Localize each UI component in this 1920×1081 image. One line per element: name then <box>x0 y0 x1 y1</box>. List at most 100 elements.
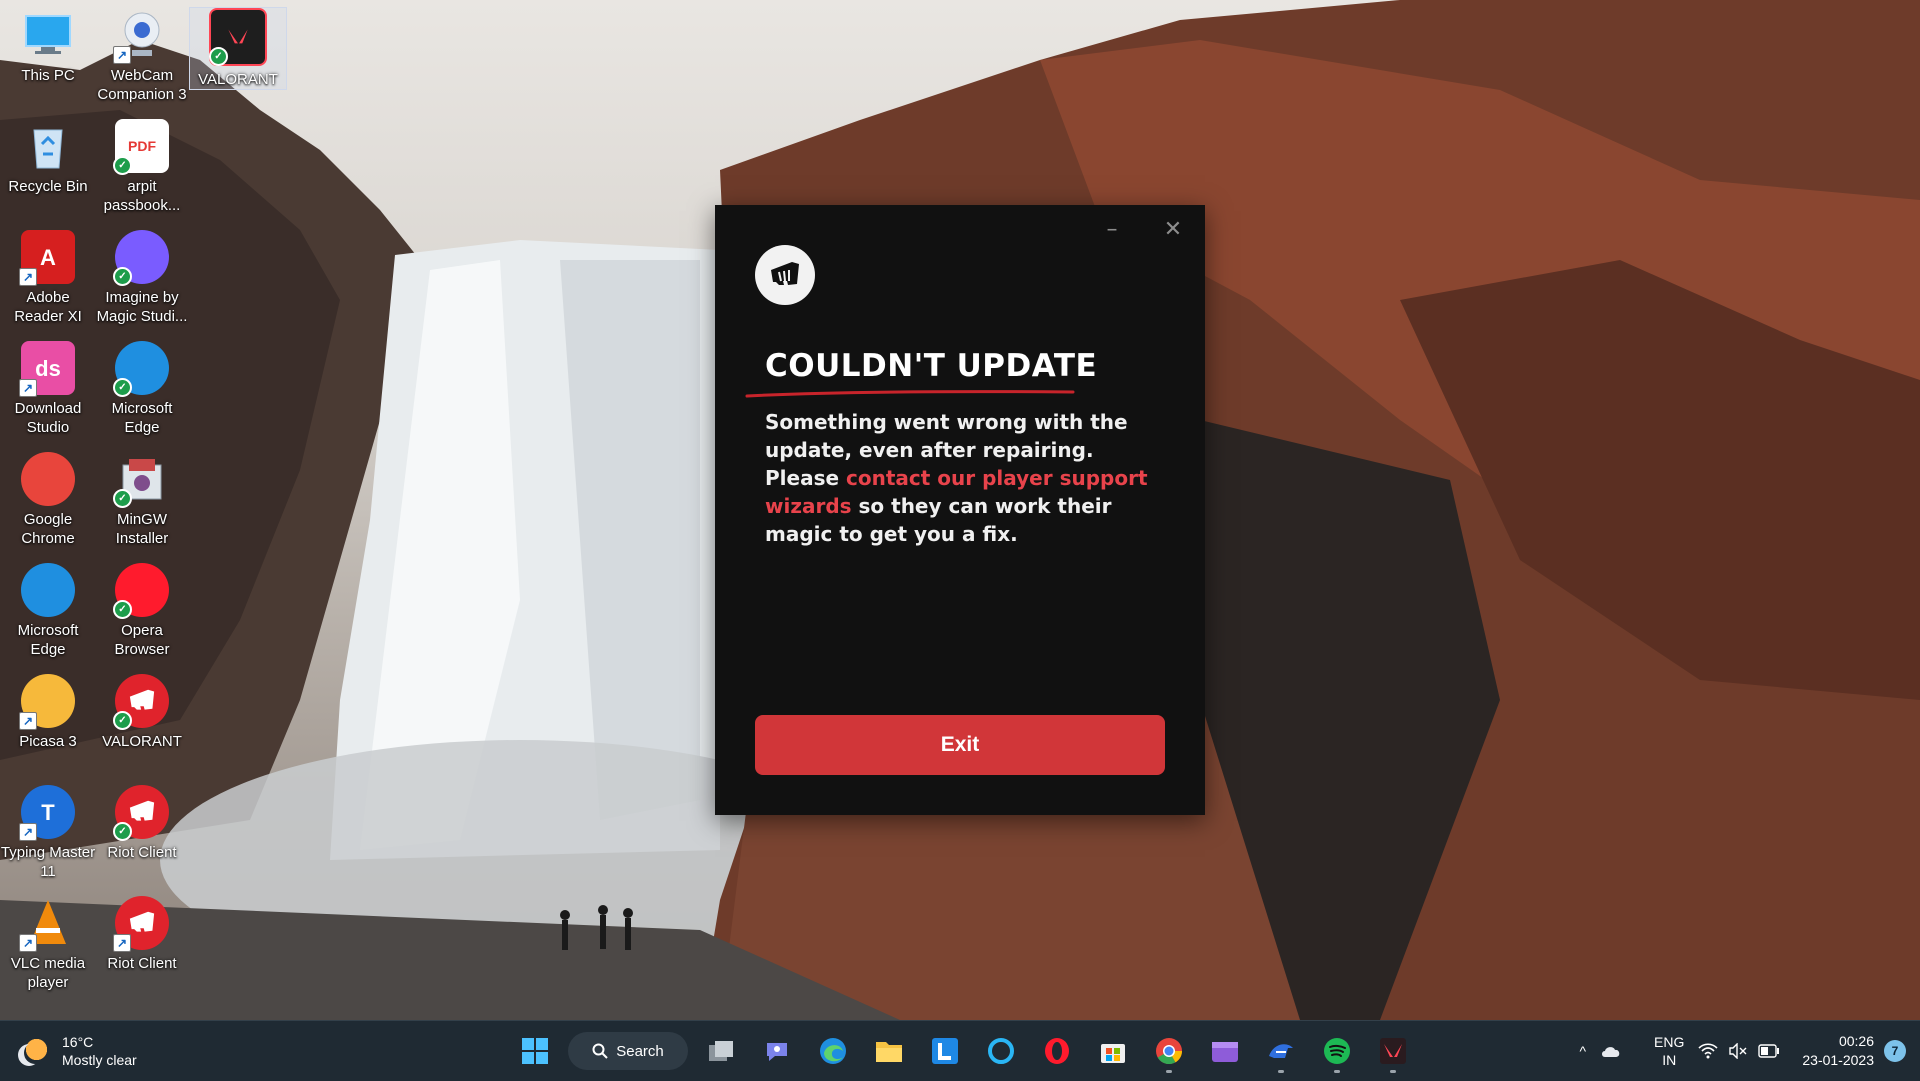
riot-fist-icon: ↗ <box>113 896 169 952</box>
dialog-message: Something went wrong with the update, ev… <box>765 408 1155 548</box>
valorant-icon[interactable] <box>1370 1028 1416 1074</box>
weather-moon-cloud-icon <box>20 1036 50 1066</box>
desktop-icon-label: Download Studio <box>14 400 82 436</box>
shortcut-arrow-icon: ↗ <box>19 268 37 286</box>
speaker-muted-icon[interactable] <box>1728 1043 1748 1059</box>
riot-fist-icon <box>755 245 815 305</box>
shortcut-arrow-icon: ↗ <box>19 823 37 841</box>
download-studio-icon: ds ↗ <box>19 341 75 397</box>
windows-start-icon[interactable] <box>512 1028 558 1074</box>
desktop-icon-riot-client[interactable]: ✓ Riot Client <box>94 785 190 862</box>
shortcut-arrow-icon: ↗ <box>113 934 131 952</box>
minimize-button[interactable]: – <box>1098 217 1126 243</box>
desktop-icon-label: Typing Master 11 <box>0 844 96 880</box>
desktop-icon-download-studio[interactable]: ds ↗ Download Studio <box>0 341 96 437</box>
desktop-icon-label: VALORANT <box>102 733 182 750</box>
desktop-icon-riot-client[interactable]: ↗ Riot Client <box>94 896 190 973</box>
desktop-icon-picasa-3[interactable]: ↗ Picasa 3 <box>0 674 96 751</box>
shortcut-arrow-icon: ↗ <box>113 46 131 64</box>
title-underline <box>745 390 1075 398</box>
desktop-icon-typing-master-11[interactable]: T ↗ Typing Master 11 <box>0 785 96 881</box>
riot-fist-icon: ✓ <box>113 674 169 730</box>
valorant-icon: ✓ <box>209 8 267 66</box>
desktop-icon-recycle-bin[interactable]: Recycle Bin <box>0 119 96 196</box>
desktop-icon-label: MinGW Installer <box>115 511 169 547</box>
sync-check-icon: ✓ <box>113 600 132 619</box>
desktop-icon-adobe-reader-xi[interactable]: A ↗ Adobe Reader XI <box>0 230 96 326</box>
desktop-icon-label: arpit passbook... <box>103 178 181 214</box>
pdf-file-icon: PDF ✓ <box>113 119 169 175</box>
desktop-icon-label: WebCam Companion 3 <box>97 67 187 103</box>
riot-update-error-dialog: – ✕ COULDN'T UPDATE Something went wrong… <box>715 205 1205 815</box>
desktop-icon-label: This PC <box>21 67 75 84</box>
chrome-icon[interactable] <box>1146 1028 1192 1074</box>
notification-badge[interactable]: 7 <box>1884 1040 1906 1062</box>
weather-temperature: 16°C <box>62 1034 94 1050</box>
webcam-icon: ↗ <box>113 8 169 64</box>
weather-condition: Mostly clear <box>62 1052 137 1068</box>
spotify-icon[interactable] <box>1314 1028 1360 1074</box>
chrome-icon <box>21 452 75 506</box>
teamviewer-icon[interactable] <box>1258 1028 1304 1074</box>
desktop-icon-label: Microsoft Edge <box>111 400 173 436</box>
desktop-icon-microsoft-edge[interactable]: ✓ Microsoft Edge <box>94 341 190 437</box>
edge-icon[interactable] <box>810 1028 856 1074</box>
battery-icon[interactable] <box>1758 1044 1780 1058</box>
clipchamp-icon[interactable] <box>1202 1028 1248 1074</box>
onedrive-cloud-icon[interactable] <box>1600 1044 1622 1058</box>
desktop-icon-label: Picasa 3 <box>19 733 77 750</box>
clock-time: 00:26 <box>1838 1033 1874 1049</box>
l-app-icon[interactable] <box>922 1028 968 1074</box>
chevron-up-icon[interactable]: ^ <box>1579 1043 1586 1059</box>
desktop-icon-label: Microsoft Edge <box>17 622 79 658</box>
desktop-icon-label: Adobe Reader XI <box>14 289 82 325</box>
close-button[interactable]: ✕ <box>1159 217 1187 243</box>
taskbar: 16°C Mostly clear Search ^ ENG IN 00:26 … <box>0 1020 1920 1081</box>
desktop-icon-imagine-by-magic-studi[interactable]: ✓ Imagine by Magic Studi... <box>94 230 190 326</box>
sync-check-icon: ✓ <box>113 822 132 841</box>
search-icon <box>592 1043 608 1059</box>
imagine-icon: ✓ <box>113 230 169 286</box>
desktop-icon-google-chrome[interactable]: Google Chrome <box>0 452 96 548</box>
desktop-icon-label: Imagine by Magic Studi... <box>96 289 188 325</box>
desktop-icon-label: Recycle Bin <box>8 178 88 195</box>
desktop-icon-microsoft-edge[interactable]: Microsoft Edge <box>0 563 96 659</box>
sync-check-icon: ✓ <box>113 489 132 508</box>
desktop-icon-opera-browser[interactable]: ✓ Opera Browser <box>94 563 190 659</box>
clock[interactable]: 00:26 23-01-2023 <box>1802 1032 1874 1070</box>
desktop-icon-vlc-media-player[interactable]: ↗ VLC media player <box>0 896 96 992</box>
desktop-icon-valorant[interactable]: ✓ VALORANT <box>94 674 190 751</box>
cortana-icon[interactable] <box>978 1028 1024 1074</box>
clock-date: 23-01-2023 <box>1802 1052 1874 1068</box>
mingw-icon: ✓ <box>113 452 169 508</box>
desktop-icon-label: VLC media player <box>10 955 86 991</box>
wifi-icon[interactable] <box>1698 1043 1718 1059</box>
recycle-bin-icon <box>21 119 75 173</box>
search-label: Search <box>616 1042 664 1060</box>
desktop-icon-arpit-passbook[interactable]: PDF ✓ arpit passbook... <box>94 119 190 215</box>
task-view-icon[interactable] <box>698 1028 744 1074</box>
teams-chat-icon[interactable] <box>754 1028 800 1074</box>
sync-check-icon: ✓ <box>209 47 228 66</box>
weather-widget[interactable]: 16°C Mostly clear <box>20 1029 137 1073</box>
taskbar-search[interactable]: Search <box>568 1032 688 1070</box>
language-indicator[interactable]: ENG IN <box>1654 1033 1684 1069</box>
picasa-icon: ↗ <box>19 674 75 730</box>
desktop-icon-webcam-companion-3[interactable]: ↗ WebCam Companion 3 <box>94 8 190 104</box>
desktop-icon-label: VALORANT <box>198 71 278 88</box>
desktop-icon-mingw-installer[interactable]: ✓ MinGW Installer <box>94 452 190 548</box>
desktop-icon-valorant[interactable]: ✓ VALORANT <box>189 7 287 90</box>
opera-icon[interactable] <box>1034 1028 1080 1074</box>
file-explorer-icon[interactable] <box>866 1028 912 1074</box>
exit-button[interactable]: Exit <box>755 715 1165 775</box>
desktop-icon-label: Riot Client <box>107 955 177 972</box>
adobe-reader-icon: A ↗ <box>19 230 75 286</box>
desktop-icon-label: Opera Browser <box>114 622 170 658</box>
dialog-title: COULDN'T UPDATE <box>765 348 1098 384</box>
taskbar-apps: Search <box>512 1027 1416 1075</box>
riot-fist-icon: ✓ <box>113 785 169 841</box>
sync-check-icon: ✓ <box>113 711 132 730</box>
microsoft-store-icon[interactable] <box>1090 1028 1136 1074</box>
shortcut-arrow-icon: ↗ <box>19 379 37 397</box>
desktop-icon-this-pc[interactable]: This PC <box>0 8 96 85</box>
